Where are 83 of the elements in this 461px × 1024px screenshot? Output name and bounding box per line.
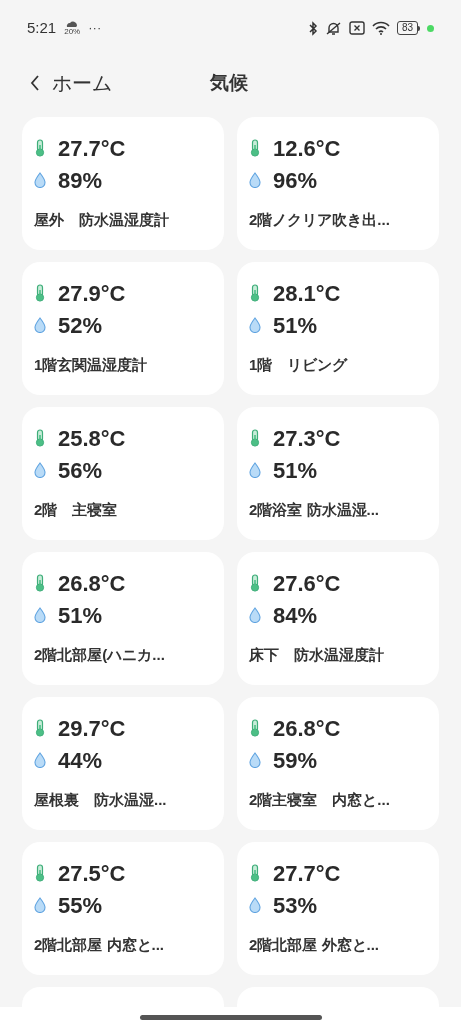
humidity-reading: 53% — [273, 891, 318, 920]
thermometer-icon — [34, 284, 46, 302]
thermometer-icon — [34, 574, 46, 592]
thermometer-icon — [249, 284, 261, 302]
temperature-reading: 26.8°C — [273, 714, 341, 743]
water-drop-icon — [249, 897, 261, 913]
water-drop-icon — [249, 607, 261, 623]
sensor-card[interactable]: 28.1°C 51% 1階 リビング — [237, 262, 439, 395]
wifi-icon — [371, 21, 390, 35]
sensor-card[interactable]: 12.6°C 96% 2階ノクリア吹き出... — [237, 117, 439, 250]
water-drop-icon — [249, 317, 261, 333]
back-chevron-icon — [30, 75, 40, 91]
sensor-name: 屋外 防水温湿度計 — [34, 210, 170, 230]
more-indicator: ··· — [88, 19, 102, 38]
home-indicator[interactable] — [139, 1015, 322, 1020]
water-drop-icon — [34, 172, 46, 188]
water-drop-icon — [249, 172, 261, 188]
humidity-reading: 51% — [58, 601, 103, 630]
temperature-reading: 12.6°C — [273, 134, 341, 163]
temperature-reading: 27.7°C — [273, 859, 341, 888]
water-drop-icon — [249, 462, 261, 478]
humidity-reading: 51% — [273, 456, 318, 485]
water-drop-icon — [34, 607, 46, 623]
humidity-reading: 52% — [58, 311, 103, 340]
sensor-name: 2階浴室 防水温湿... — [249, 500, 380, 520]
water-drop-icon — [34, 317, 46, 333]
humidity-reading: 84% — [273, 601, 318, 630]
sensor-card[interactable]: 27.5°C 55% 2階北部屋 内窓と... — [22, 842, 224, 975]
water-drop-icon — [249, 752, 261, 768]
time: 5:21 — [27, 17, 57, 38]
sensor-card[interactable]: 27.6°C 84% 床下 防水温湿度計 — [237, 552, 439, 685]
sensor-card[interactable]: 29.7°C 44% 屋根裏 防水温湿... — [22, 697, 224, 830]
sensor-name: 1階玄関温湿度計 — [34, 355, 149, 375]
sensor-card[interactable]: 27.7°C 89% 屋外 防水温湿度計 — [22, 117, 224, 250]
sensor-name: 屋根裏 防水温湿... — [34, 790, 168, 810]
page-title: 気候 — [210, 70, 248, 95]
thermometer-icon — [34, 719, 46, 737]
thermometer-icon — [34, 139, 46, 157]
sensor-name: 2階北部屋(ハニカ... — [34, 645, 166, 665]
temperature-reading: 29.7°C — [58, 714, 126, 743]
humidity-reading: 96% — [273, 166, 318, 195]
humidity-reading: 44% — [58, 746, 103, 775]
bluetooth-icon — [307, 20, 318, 36]
sensor-name: 2階北部屋 外窓と... — [249, 935, 380, 955]
humidity-reading: 51% — [273, 311, 318, 340]
no-sim-icon — [348, 21, 365, 35]
sensor-card[interactable]: 27.9°C 52% 1階玄関温湿度計 — [22, 262, 224, 395]
temperature-reading: 27.9°C — [58, 279, 126, 308]
sensor-name: 2階ノクリア吹き出... — [249, 210, 391, 230]
battery-indicator: 83 — [396, 21, 420, 35]
sensor-name: 2階 主寝室 — [34, 500, 119, 520]
sensor-name: 1階 リビング — [249, 355, 349, 375]
sensor-name: 2階主寝室 内窓と... — [249, 790, 391, 810]
thermometer-icon — [249, 429, 261, 447]
thermometer-icon — [249, 719, 261, 737]
temperature-reading: 27.7°C — [58, 134, 126, 163]
sensor-card[interactable]: 27.7°C 53% 2階北部屋 外窓と... — [237, 842, 439, 975]
temperature-reading: 27.6°C — [273, 569, 341, 598]
thermometer-icon — [249, 139, 261, 157]
temperature-reading: 28.1°C — [273, 279, 341, 308]
water-drop-icon — [34, 897, 46, 913]
temperature-reading: 27.5°C — [58, 859, 126, 888]
sensor-card[interactable]: 27.3°C 51% 2階浴室 防水温湿... — [237, 407, 439, 540]
thermometer-icon — [249, 574, 261, 592]
sensor-card[interactable]: 26.8°C 51% 2階北部屋(ハニカ... — [22, 552, 224, 685]
humidity-reading: 59% — [273, 746, 318, 775]
sensor-card[interactable]: 25.8°C 56% 2階 主寝室 — [22, 407, 224, 540]
humidity-reading: 56% — [58, 456, 103, 485]
sensor-name: 床下 防水温湿度計 — [249, 645, 385, 665]
muted-bell-icon — [324, 20, 342, 36]
sensor-card[interactable]: 26.8°C 59% 2階主寝室 内窓と... — [237, 697, 439, 830]
thermometer-icon — [34, 864, 46, 882]
temperature-reading: 25.8°C — [58, 424, 126, 453]
temperature-reading: 26.8°C — [58, 569, 126, 598]
thermometer-icon — [249, 864, 261, 882]
humidity-reading: 89% — [58, 166, 103, 195]
thermometer-icon — [34, 429, 46, 447]
water-drop-icon — [34, 462, 46, 478]
water-drop-icon — [34, 752, 46, 768]
back-button[interactable]: ホーム — [30, 68, 112, 98]
sensor-name: 2階北部屋 内窓と... — [34, 935, 165, 955]
temperature-reading: 27.3°C — [273, 424, 341, 453]
humidity-reading: 55% — [58, 891, 103, 920]
